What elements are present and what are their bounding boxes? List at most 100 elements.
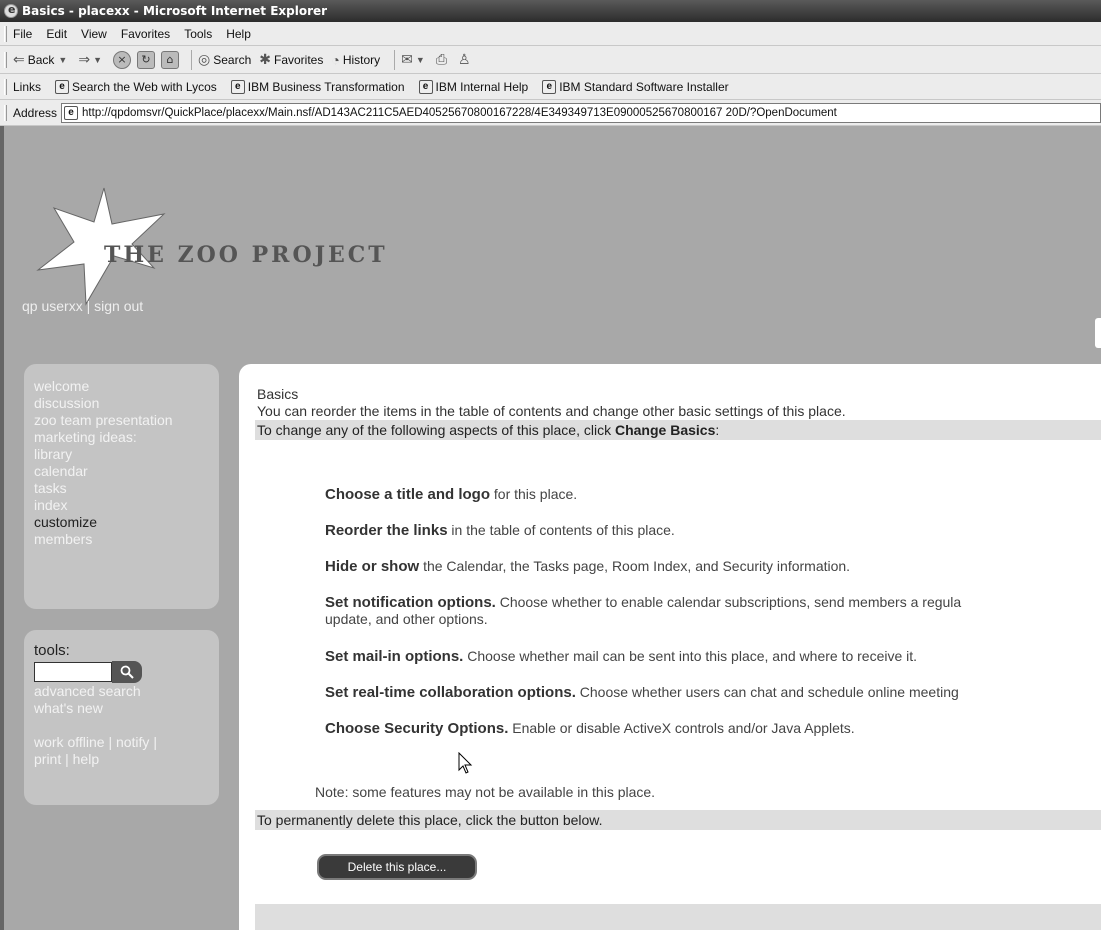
- dropdown-arrow-icon: ▼: [58, 54, 68, 65]
- change-basics-bar: To change any of the following aspects o…: [255, 420, 1101, 440]
- link-ibm-business-transformation[interactable]: e IBM Business Transformation: [230, 79, 405, 94]
- toolbar-separator: [394, 49, 396, 70]
- search-globe-icon: ◎: [198, 51, 211, 67]
- search-button[interactable]: ◎ Search: [198, 51, 251, 68]
- menu-edit[interactable]: Edit: [46, 27, 67, 41]
- nav-item-index[interactable]: index: [34, 497, 209, 514]
- history-button[interactable]: ◔ History: [331, 52, 380, 68]
- option-text: Choose whether to enable calendar subscr…: [495, 594, 962, 610]
- option-text: in the table of contents of this place.: [447, 522, 675, 538]
- back-label: Back: [27, 52, 55, 67]
- link-label: IBM Standard Software Installer: [559, 79, 729, 94]
- whats-new-link[interactable]: what's new: [34, 700, 209, 717]
- main-content: Basics You can reorder the items in the …: [239, 364, 1101, 930]
- history-clock-icon: ◔: [331, 51, 340, 68]
- magnifier-icon: [120, 665, 134, 679]
- nav-item-welcome[interactable]: welcome: [34, 378, 209, 395]
- option-title: Choose Security Options.: [325, 720, 509, 737]
- ie-page-icon: e: [230, 79, 245, 94]
- address-bar: Address e http://qpdomsvr/QuickPlace/pla…: [0, 100, 1101, 126]
- link-lycos[interactable]: e Search the Web with Lycos: [55, 79, 217, 94]
- option-title: Reorder the links: [325, 522, 448, 539]
- change-prefix: To change any of the following aspects o…: [257, 422, 615, 438]
- right-edge-tab: [1095, 318, 1101, 348]
- delete-place-button[interactable]: Delete this place...: [317, 854, 477, 880]
- change-basics-link[interactable]: Change Basics: [615, 422, 715, 438]
- back-button[interactable]: ⇐ Back ▼: [13, 51, 70, 68]
- menu-help[interactable]: Help: [226, 27, 251, 41]
- ie-page-icon: e: [55, 79, 70, 94]
- sign-out-link[interactable]: sign out: [94, 298, 143, 314]
- page-viewport: THE ZOO PROJECT qp userxx | sign out wel…: [0, 126, 1101, 930]
- refresh-icon[interactable]: ↻: [137, 50, 155, 69]
- toolbar-grip[interactable]: [4, 51, 7, 68]
- link-label: IBM Business Transformation: [247, 79, 405, 94]
- option-title: Choose a title and logo: [325, 486, 491, 503]
- page-banner: THE ZOO PROJECT qp userxx | sign out: [4, 126, 1101, 362]
- menu-file[interactable]: File: [13, 27, 32, 41]
- page-title: Basics: [257, 386, 299, 402]
- menu-tools[interactable]: Tools: [184, 27, 212, 41]
- toolbar-grip[interactable]: [4, 78, 7, 95]
- print-button[interactable]: ⎙: [436, 51, 450, 68]
- option-title: Set mail-in options.: [325, 648, 464, 665]
- place-logo: THE ZOO PROJECT: [34, 186, 385, 306]
- tools-links-line-1[interactable]: work offline | notify |: [34, 734, 209, 751]
- search-row: [34, 661, 209, 683]
- favorites-label: Favorites: [273, 52, 324, 67]
- menu-view[interactable]: View: [81, 27, 107, 41]
- address-url: http://qpdomsvr/QuickPlace/placexx/Main.…: [82, 106, 837, 119]
- link-ibm-standard-software-installer[interactable]: e IBM Standard Software Installer: [542, 79, 729, 94]
- link-ibm-internal-help[interactable]: e IBM Internal Help: [418, 79, 528, 94]
- nav-item-library[interactable]: library: [34, 446, 209, 463]
- nav-item-tasks[interactable]: tasks: [34, 480, 209, 497]
- home-icon[interactable]: ⌂: [161, 50, 179, 69]
- user-links: qp userxx | sign out: [22, 298, 143, 314]
- ie-page-icon: e: [542, 79, 557, 94]
- nav-item-calendar[interactable]: calendar: [34, 463, 209, 480]
- mail-button[interactable]: ✉ ▼: [401, 51, 428, 68]
- option-text: the Calendar, the Tasks page, Room Index…: [419, 558, 851, 574]
- toolbar-grip[interactable]: [4, 104, 7, 121]
- tools-links-line-2[interactable]: print | help: [34, 751, 209, 768]
- favorites-star-icon: ✱: [259, 51, 271, 67]
- search-input[interactable]: [34, 662, 112, 682]
- option-item: › Choose a title and logo for this place…: [325, 486, 1101, 503]
- menu-favorites[interactable]: Favorites: [121, 27, 170, 41]
- link-separator: |: [82, 298, 95, 314]
- nav-item-discussion[interactable]: discussion: [34, 395, 209, 412]
- option-item: › Set mail-in options. Choose whether ma…: [325, 648, 1101, 665]
- standard-toolbar: ⇐ Back ▼ ⇒ ▼ × ↻ ⌂ ◎ Search ✱ Favorites …: [0, 46, 1101, 74]
- favorites-button[interactable]: ✱ Favorites: [259, 51, 323, 68]
- address-input[interactable]: e http://qpdomsvr/QuickPlace/placexx/Mai…: [61, 102, 1101, 123]
- option-item: › Set notification options. Choose wheth…: [325, 594, 1101, 628]
- nav-item-marketing-ideas[interactable]: marketing ideas:: [34, 429, 209, 446]
- mail-icon: ✉: [401, 51, 413, 67]
- user-name-link[interactable]: qp userxx: [22, 298, 83, 314]
- ie-page-icon: e: [418, 79, 433, 94]
- stop-icon[interactable]: ×: [113, 50, 131, 69]
- nav-item-zoo-team-presentation[interactable]: zoo team presentation: [34, 412, 209, 429]
- window-title-bar: Basics - placexx - Microsoft Internet Ex…: [0, 0, 1101, 22]
- links-bar: Links e Search the Web with Lycos e IBM …: [0, 74, 1101, 100]
- ie-page-icon: e: [64, 105, 79, 120]
- nav-item-members[interactable]: members: [34, 531, 209, 548]
- option-title: Hide or show: [325, 558, 420, 575]
- search-button[interactable]: [112, 661, 142, 683]
- address-label: Address: [13, 105, 58, 120]
- change-suffix: :: [715, 422, 720, 438]
- window-title: Basics - placexx - Microsoft Internet Ex…: [22, 4, 328, 18]
- link-label: Search the Web with Lycos: [72, 79, 217, 94]
- nav-item-customize[interactable]: customize: [34, 514, 209, 531]
- option-item: › Set real-time collaboration options. C…: [325, 684, 1101, 701]
- availability-note: Note: some features may not be available…: [315, 784, 656, 800]
- forward-button[interactable]: ⇒ ▼: [78, 51, 105, 68]
- messenger-person-icon: ♙: [458, 51, 471, 67]
- print-icon: ⎙: [435, 51, 448, 67]
- advanced-search-link[interactable]: advanced search: [34, 683, 209, 700]
- option-text: Choose whether users can chat and schedu…: [575, 684, 959, 700]
- toolbar-grip[interactable]: [4, 25, 7, 42]
- option-item: › Reorder the links in the table of cont…: [325, 522, 1101, 539]
- messenger-button[interactable]: ♙: [458, 51, 474, 68]
- history-label: History: [342, 52, 381, 67]
